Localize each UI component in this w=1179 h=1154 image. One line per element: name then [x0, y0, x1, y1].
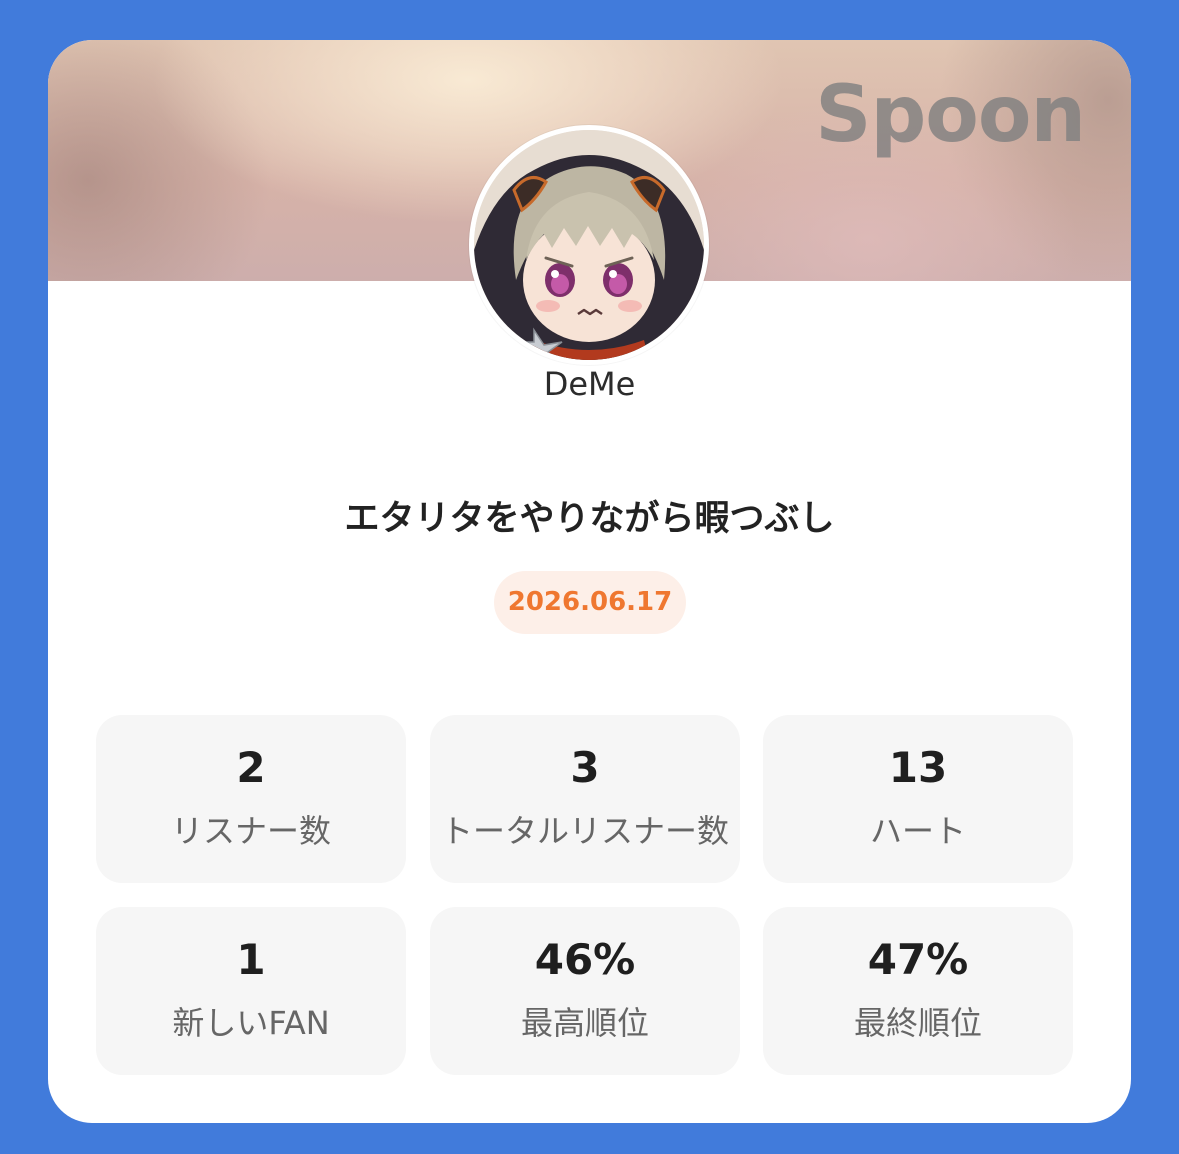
stat-label: 最終順位	[853, 1004, 982, 1042]
stat-card-listeners: 2 リスナー数	[96, 715, 406, 883]
stat-card-final-rank: 47% 最終順位	[763, 907, 1073, 1075]
stat-label: 新しいFAN	[172, 1004, 330, 1042]
stat-value: 3	[570, 743, 600, 792]
stat-card-total-listeners: 3 トータルリスナー数	[430, 715, 740, 883]
stat-card-new-fans: 1 新しいFAN	[96, 907, 406, 1075]
broadcast-title: エタリタをやりながら暇つぶし	[344, 499, 835, 539]
stat-label: トータルリスナー数	[440, 812, 729, 850]
broadcast-date-badge: 2026.06.17	[494, 571, 686, 634]
stat-label: ハート	[869, 812, 966, 850]
stat-value: 13	[888, 743, 948, 792]
avatar[interactable]	[469, 125, 709, 365]
stat-label: リスナー数	[170, 812, 331, 850]
stat-card-hearts: 13 ハート	[763, 715, 1073, 883]
spoon-logo: Spoon	[815, 70, 1086, 160]
anime-character-avatar-icon	[474, 130, 704, 360]
username: DeMe	[543, 365, 636, 403]
broadcast-summary-card: Spoon DeMe エタリタをやりながら暇つぶし 2026.06.17 2 リ…	[48, 40, 1131, 1123]
stat-value: 2	[236, 743, 266, 792]
stat-label: 最高順位	[520, 1004, 649, 1042]
stat-card-highest-rank: 46% 最高順位	[430, 907, 740, 1075]
stat-value: 46%	[534, 935, 636, 984]
stat-value: 1	[236, 935, 266, 984]
stat-value: 47%	[867, 935, 969, 984]
